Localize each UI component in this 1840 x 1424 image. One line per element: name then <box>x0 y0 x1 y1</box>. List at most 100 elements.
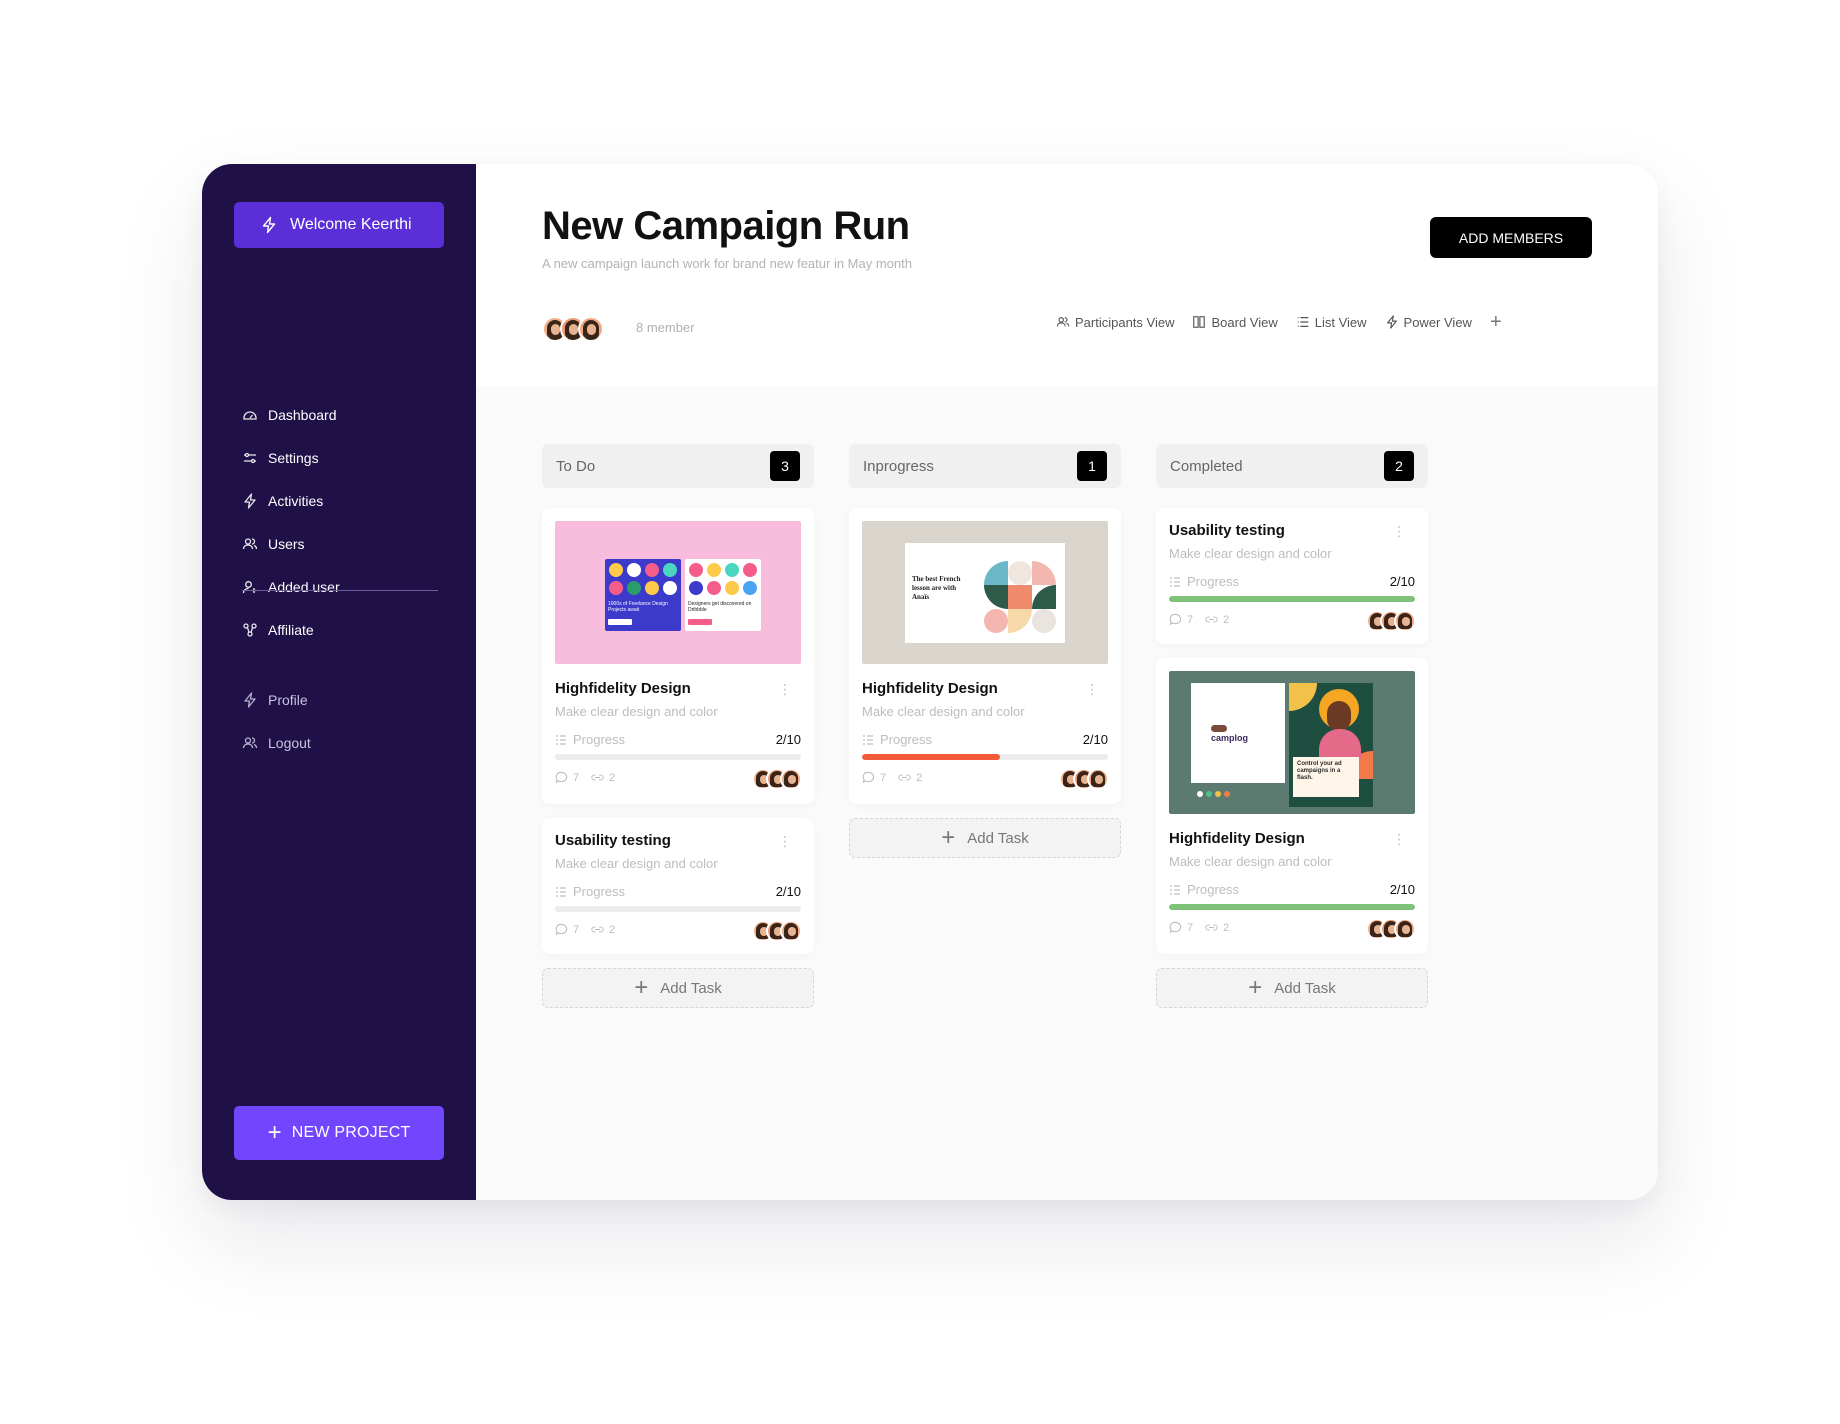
sidebar-item-settings[interactable]: Settings <box>242 445 462 471</box>
list-icon <box>1296 315 1310 329</box>
link-count: 2 <box>916 771 923 784</box>
card-title: Usability testing <box>1169 522 1285 539</box>
link-icon <box>591 771 604 784</box>
main-area: New Campaign Run A new campaign launch w… <box>476 164 1658 1200</box>
add-task-button[interactable]: + Add Task <box>1156 968 1428 1008</box>
more-options-icon[interactable]: ⋮ <box>1085 682 1099 696</box>
add-task-button[interactable]: + Add Task <box>849 818 1121 858</box>
thumbnail-caption: camplog <box>1211 733 1249 743</box>
avatar <box>578 316 604 342</box>
link-icon <box>1205 921 1218 934</box>
progress-label: Progress <box>1187 574 1240 589</box>
progress-bar <box>555 754 801 760</box>
link-count: 2 <box>609 771 616 784</box>
card-title: Highfidelity Design <box>555 680 691 697</box>
progress-fill <box>862 754 1000 760</box>
sidebar-item-logout[interactable]: Logout <box>242 730 462 756</box>
card-title: Highfidelity Design <box>1169 830 1305 847</box>
progress-label: Progress <box>880 732 933 747</box>
board-view-tab[interactable]: Board View <box>1192 315 1278 330</box>
task-card[interactable]: Usability testing ⋮ Make clear design an… <box>542 818 814 954</box>
avatar <box>1394 610 1416 632</box>
lightning-icon <box>242 493 258 509</box>
card-assignees[interactable] <box>752 920 802 942</box>
sidebar-item-label: Settings <box>268 450 319 466</box>
task-card[interactable]: 1000s of Freelance Design Projects await… <box>542 508 814 804</box>
more-options-icon[interactable]: ⋮ <box>778 682 792 696</box>
card-meta: 7 2 <box>555 771 627 784</box>
thumbnail-caption: 1000s of Freelance Design Projects await <box>608 601 668 613</box>
comment-count: 7 <box>573 923 580 936</box>
sidebar-item-label: Activities <box>268 493 324 509</box>
card-description: Make clear design and color <box>1169 854 1332 869</box>
plus-icon: + <box>1248 974 1263 1001</box>
sidebar-item-label: Added user <box>268 579 340 595</box>
sidebar-item-activities[interactable]: Activities <box>242 488 462 514</box>
welcome-label: Welcome Keerthi <box>290 216 412 233</box>
card-assignees[interactable] <box>1366 918 1416 940</box>
link-icon <box>591 923 604 936</box>
sliders-icon <box>242 450 258 466</box>
progress-value: 2/10 <box>1082 732 1108 747</box>
add-task-button[interactable]: + Add Task <box>542 968 814 1008</box>
checklist-icon <box>1169 884 1181 896</box>
sidebar-item-added-user[interactable]: Added user <box>242 574 462 600</box>
link-icon <box>1205 613 1218 626</box>
list-view-tab[interactable]: List View <box>1296 315 1367 330</box>
page-title: New Campaign Run <box>542 204 910 248</box>
add-view-plus-icon[interactable]: + <box>1490 312 1502 332</box>
comment-count: 7 <box>1187 921 1194 934</box>
sidebar-item-dashboard[interactable]: Dashboard <box>242 402 462 428</box>
progress-label: Progress <box>1187 882 1240 897</box>
thumbnail-caption: The best French lesson are with Anaïs <box>912 575 961 602</box>
new-project-button[interactable]: + NEW PROJECT <box>234 1106 444 1160</box>
sidebar-item-label: Dashboard <box>268 407 337 423</box>
column-todo: To Do 3 1000s of Freelance Design Projec… <box>542 444 814 1008</box>
lightning-icon <box>1385 315 1399 329</box>
campaign-ad-thumbnail: camplog Control your ad campaigns in a f… <box>1169 671 1415 814</box>
column-title: Completed <box>1170 457 1243 475</box>
sidebar-item-affiliate[interactable]: Affiliate <box>242 617 462 643</box>
progress-row: Progress 2/10 <box>1169 574 1415 589</box>
avatar <box>1394 918 1416 940</box>
lightning-icon <box>260 216 278 234</box>
more-options-icon[interactable]: ⋮ <box>1392 832 1406 846</box>
add-members-button[interactable]: ADD MEMBERS <box>1430 217 1592 258</box>
card-description: Make clear design and color <box>555 856 718 871</box>
card-assignees[interactable] <box>1366 610 1416 632</box>
card-description: Make clear design and color <box>555 704 718 719</box>
column-header: Completed 2 <box>1156 444 1428 488</box>
comment-count: 7 <box>573 771 580 784</box>
plus-icon: + <box>941 824 956 851</box>
comment-count: 7 <box>880 771 887 784</box>
card-description: Make clear design and color <box>862 704 1025 719</box>
task-card[interactable]: The best French lesson are with Anaïs Hi… <box>849 508 1121 804</box>
sidebar-item-users[interactable]: Users <box>242 531 462 557</box>
sidebar-divider <box>242 590 438 591</box>
sidebar: Welcome Keerthi Dashboard Settings Activ… <box>202 164 476 1200</box>
progress-row: Progress 2/10 <box>555 884 801 899</box>
progress-value: 2/10 <box>1389 574 1415 589</box>
more-options-icon[interactable]: ⋮ <box>778 834 792 848</box>
card-assignees[interactable] <box>752 768 802 790</box>
task-card[interactable]: camplog Control your ad campaigns in a f… <box>1156 658 1428 954</box>
card-title: Highfidelity Design <box>862 680 998 697</box>
member-count: 8 member <box>636 320 695 335</box>
participants-view-tab[interactable]: Participants View <box>1056 315 1174 330</box>
thumbnail-caption: Designers get discovered on Dribbble <box>688 601 752 613</box>
checklist-icon <box>1169 576 1181 588</box>
comment-icon <box>1169 613 1182 626</box>
column-inprogress: Inprogress 1 The best French lesson are … <box>849 444 1121 858</box>
member-avatars[interactable] <box>542 316 604 342</box>
welcome-button[interactable]: Welcome Keerthi <box>234 202 444 248</box>
card-title: Usability testing <box>555 832 671 849</box>
column-count-badge: 2 <box>1384 451 1414 481</box>
progress-fill <box>1169 904 1415 910</box>
avatar <box>780 768 802 790</box>
power-view-tab[interactable]: Power View <box>1385 315 1472 330</box>
progress-value: 2/10 <box>775 732 801 747</box>
more-options-icon[interactable]: ⋮ <box>1392 524 1406 538</box>
card-assignees[interactable] <box>1059 768 1109 790</box>
task-card[interactable]: Usability testing ⋮ Make clear design an… <box>1156 508 1428 644</box>
sidebar-item-profile[interactable]: Profile <box>242 687 462 713</box>
